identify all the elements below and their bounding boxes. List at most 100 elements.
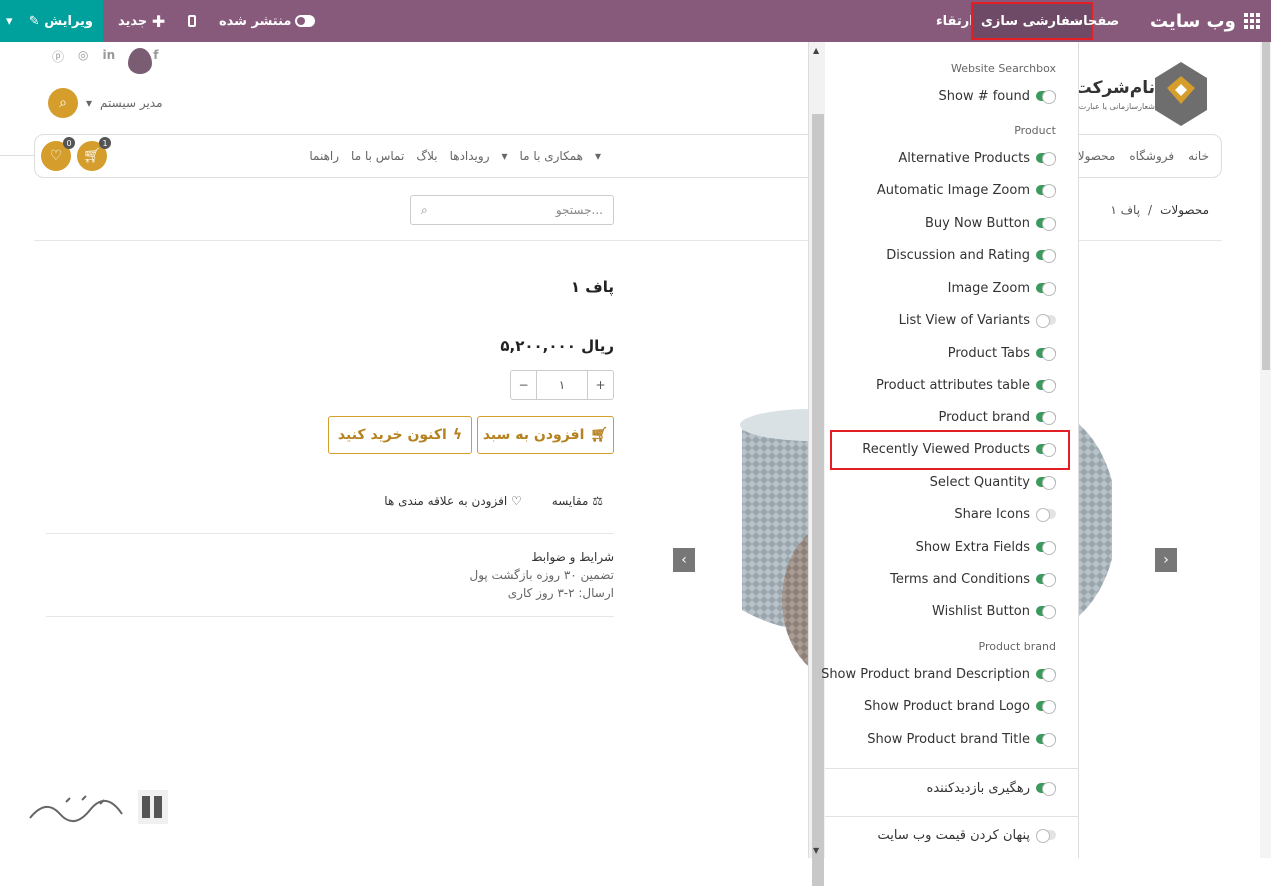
option-terms-conditions[interactable]: Terms and Conditions (890, 569, 1056, 589)
buy-now-button[interactable]: اکنون خرید کنید ϟ (328, 416, 472, 454)
toggle-switch[interactable] (1036, 152, 1056, 166)
search-icon[interactable]: ⌕ (421, 203, 428, 218)
company-logo[interactable]: نام‌شرکت‌ه شعارسازمانی یا عبارت‌ه (1065, 62, 1211, 126)
mobile-preview-button[interactable] (188, 0, 196, 42)
option-brand-description[interactable]: Show Product brand Description (821, 664, 1056, 684)
toggle-switch[interactable] (1036, 90, 1056, 104)
panel-scroll-thumb[interactable] (812, 114, 824, 886)
option-alternative-products[interactable]: Alternative Products (898, 148, 1056, 168)
new-button[interactable]: جدید ✚ (118, 0, 165, 42)
search-button[interactable]: ⌕ (48, 88, 78, 118)
chevron-down-icon[interactable]: ▾ (6, 14, 13, 29)
option-image-zoom[interactable]: Image Zoom (948, 278, 1056, 298)
toggle-switch[interactable] (1036, 249, 1056, 263)
chevron-down-icon[interactable]: ▾ (501, 149, 507, 163)
search-icon: ⌕ (59, 95, 67, 111)
instagram-icon[interactable]: ◎ (78, 48, 88, 65)
option-product-brand[interactable]: Product brand (938, 407, 1056, 427)
heart-icon: ♡ (511, 494, 522, 508)
option-discussion-rating[interactable]: Discussion and Rating (886, 245, 1056, 265)
divider (825, 768, 1079, 769)
option-wishlist-button[interactable]: Wishlist Button (932, 601, 1056, 621)
publish-toggle[interactable]: منتشر شده (219, 0, 316, 42)
nav-cooperation[interactable]: همکاری با ما (520, 149, 583, 163)
nav-blog[interactable]: بلاگ (416, 149, 437, 163)
panel-scrollbar[interactable]: ▲ ▼ (808, 42, 825, 886)
option-brand-logo[interactable]: Show Product brand Logo (864, 696, 1056, 716)
toggle-switch[interactable] (1036, 314, 1056, 328)
apps-grid-icon[interactable] (1243, 13, 1260, 29)
toggle-switch[interactable] (1036, 282, 1056, 296)
drop-zone-icon (128, 48, 152, 74)
edit-button[interactable]: ▾ ✎ ویرایش (0, 0, 103, 42)
wishlist-link[interactable]: افزودن به علاقه مندی ها ♡ (384, 494, 521, 508)
section-product: Product (1014, 124, 1056, 137)
heart-icon: ♡ (49, 148, 63, 164)
toggle-switch[interactable] (1036, 605, 1056, 619)
option-select-quantity[interactable]: Select Quantity (930, 472, 1056, 492)
toggle-switch[interactable] (1036, 782, 1056, 796)
option-automatic-image-zoom[interactable]: Automatic Image Zoom (877, 180, 1056, 200)
chevron-down-icon[interactable]: ▾ (595, 149, 601, 163)
nav-contact[interactable]: تماس با ما (351, 149, 404, 163)
option-list-view-variants[interactable]: List View of Variants (899, 310, 1056, 330)
option-share-icons[interactable]: Share Icons (954, 504, 1056, 524)
quantity-input[interactable]: ۱ (536, 371, 588, 399)
toggle-switch[interactable] (1036, 829, 1056, 843)
option-hide-prices[interactable]: پنهان کردن قیمت وب سایت (878, 825, 1056, 845)
page-scroll-thumb[interactable] (1262, 42, 1270, 370)
carousel-next-button[interactable]: › (1155, 548, 1177, 572)
compare-link[interactable]: مقایسه ⚖ (552, 494, 603, 508)
toggle-switch[interactable] (1036, 184, 1056, 198)
toggle-switch[interactable] (1036, 508, 1056, 522)
nav-secondary: ▾ همکاری با ما ▾ رویدادها بلاگ تماس با م… (309, 149, 601, 163)
nav-events[interactable]: رویدادها (450, 149, 490, 163)
plus-button[interactable]: + (588, 371, 613, 399)
chevron-down-icon: ▾ (86, 96, 93, 110)
terms-link[interactable]: شرایط و ضوابط (469, 548, 614, 566)
cart-button[interactable]: 🛒︎ 1 (77, 137, 111, 171)
facebook-icon[interactable]: f (153, 48, 158, 65)
option-show-found[interactable]: Show # found (939, 86, 1056, 106)
nav-home[interactable]: خانه (1188, 149, 1209, 163)
option-attributes-table[interactable]: Product attributes table (876, 375, 1056, 395)
add-to-cart-button[interactable]: افزودن به سبد 🛒︎ (477, 416, 614, 454)
toggle-switch[interactable] (1036, 733, 1056, 747)
toggle-switch[interactable] (1036, 541, 1056, 555)
minus-button[interactable]: − (511, 371, 536, 399)
cart-badge: 1 (99, 137, 111, 149)
nav-icons: ♡ 0 🛒︎ 1 (41, 137, 111, 171)
carousel-prev-button[interactable]: ‹ (673, 548, 695, 572)
option-buy-now-button[interactable]: Buy Now Button (925, 213, 1056, 233)
toggle-switch[interactable] (1036, 476, 1056, 490)
toggle-switch[interactable] (1036, 379, 1056, 393)
toggle-switch[interactable] (1036, 347, 1056, 361)
toggle-switch[interactable] (1036, 700, 1056, 714)
scroll-up-icon[interactable]: ▲ (813, 46, 819, 55)
product-actions: مقایسه ⚖ افزودن به علاقه مندی ها ♡ (384, 494, 603, 508)
nav-help[interactable]: راهنما (309, 149, 339, 163)
pages-menu[interactable]: صفحات (1070, 0, 1119, 42)
user-menu[interactable]: ⌕ ▾ مدیر سیستم (48, 88, 163, 118)
watermark-logo (29, 790, 168, 824)
user-name[interactable]: مدیر سیستم (100, 96, 163, 110)
option-show-extra-fields[interactable]: Show Extra Fields (916, 537, 1056, 557)
option-brand-title[interactable]: Show Product brand Title (867, 729, 1056, 749)
scroll-down-icon[interactable]: ▼ (813, 846, 819, 855)
toggle-switch[interactable] (1036, 573, 1056, 587)
option-product-tabs[interactable]: Product Tabs (948, 343, 1056, 363)
nav-shop[interactable]: فروشگاه (1129, 149, 1174, 163)
page-scrollbar[interactable] (1260, 42, 1271, 858)
publish-switch[interactable] (295, 15, 316, 27)
toggle-switch[interactable] (1036, 411, 1056, 425)
linkedin-icon[interactable]: in (103, 48, 116, 65)
toggle-switch[interactable] (1036, 217, 1056, 231)
breadcrumb-products[interactable]: محصولات (1160, 203, 1209, 217)
product-search-input[interactable]: ⌕ جستجو... (410, 195, 614, 225)
pinterest-icon[interactable]: ⓟ (52, 48, 64, 65)
option-visitor-tracking[interactable]: رهگیری بازدیدکننده (927, 778, 1056, 798)
toggle-switch[interactable] (1036, 668, 1056, 682)
app-title: وب سایت (1150, 0, 1260, 42)
upgrade-menu[interactable]: ارتقاء (936, 0, 974, 42)
wishlist-button[interactable]: ♡ 0 (41, 137, 75, 171)
